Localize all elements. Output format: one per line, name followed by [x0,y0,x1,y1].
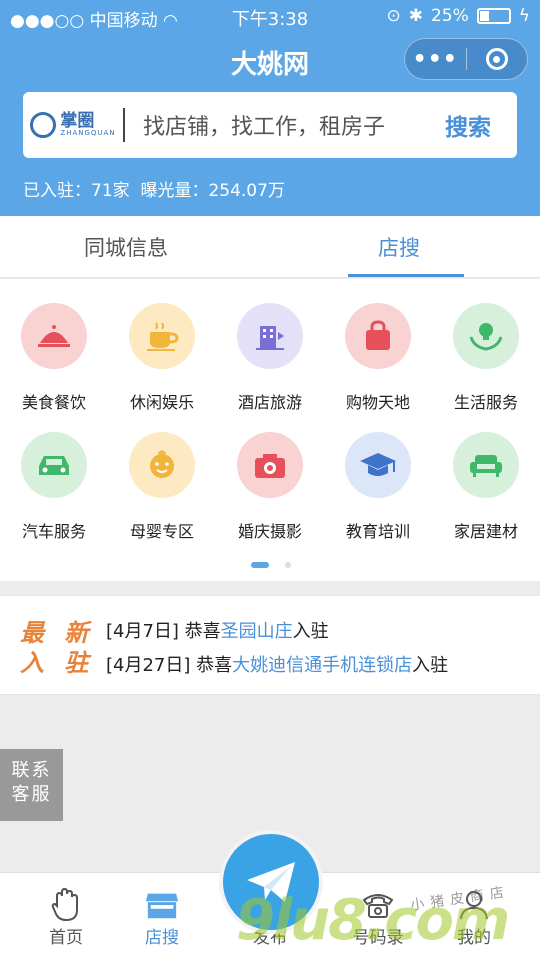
logo-title: 掌圈 [60,111,95,131]
close-button[interactable] [467,48,528,70]
page-dot [285,562,291,568]
target-icon [485,48,508,70]
logo-subtitle: ZHANGQUAN [60,129,116,137]
category-hotel[interactable]: 酒店旅游 [216,303,324,433]
new-arrivals-badge: 最 新 入 驻 [20,618,94,678]
customer-service-button[interactable]: 联系 客服 [0,749,63,821]
stats-text: 已入驻：71家 曝光量：254.07万 [23,181,285,201]
category-grid: 美食餐饮 休闲娱乐 酒店旅游 购物天地 生活服务 汽车服务 母婴专区 婚庆摄影 … [0,279,540,581]
category-home-building[interactable]: 家居建材 [432,432,540,562]
hand-logo-icon [30,112,57,138]
lightbulb-hands-icon [453,303,519,369]
nav-shop-search[interactable]: 店搜 [108,873,216,960]
tab-shop-search[interactable]: 店搜 [378,232,420,262]
tab-bar: 同城信息 店搜 [0,216,540,278]
nav-label: 店搜 [145,928,179,948]
shop-link[interactable]: 圣园山庄 [221,621,293,642]
category-life-service[interactable]: 生活服务 [432,303,540,433]
category-shopping[interactable]: 购物天地 [324,303,432,433]
shop-link[interactable]: 大姚迪信通手机连锁店 [232,655,412,676]
page-indicator [251,562,291,568]
new-shops-banner: 最 新 入 驻 [4月7日] 恭喜圣园山庄入驻 [4月27日] 恭喜大姚迪信通手… [0,595,540,695]
category-label: 酒店旅游 [237,393,302,412]
category-label: 休闲娱乐 [129,393,194,412]
category-baby[interactable]: 母婴专区 [108,432,216,562]
search-bar[interactable]: 掌圈 ZHANGQUAN 找店铺，找工作，租房子 搜索 [23,92,517,158]
car-icon [21,432,87,498]
battery-icon [476,8,511,24]
logo-text: 掌圈 ZHANGQUAN [60,113,115,137]
category-leisure[interactable]: 休闲娱乐 [108,303,216,433]
charging-icon: ϟ [518,6,530,26]
cloche-icon [21,303,87,369]
category-wedding-photo[interactable]: 婚庆摄影 [216,432,324,562]
category-label: 家居建材 [453,522,518,541]
page-dot-active [251,562,269,568]
category-education[interactable]: 教育培训 [324,432,432,562]
nav-home[interactable]: 首页 [12,873,120,960]
news-item[interactable]: [4月27日] 恭喜大姚迪信通手机连锁店入驻 [106,651,448,677]
category-label: 婚庆摄影 [237,522,302,541]
rotation-lock-icon: ⊙ [386,6,401,26]
more-button[interactable]: ••• [405,47,466,72]
header: 大姚网 ••• 掌圈 ZHANGQUAN 找店铺，找工作，租房子 搜索 已入驻：7… [0,32,540,216]
category-label: 美食餐饮 [21,393,86,412]
category-label: 教育培训 [345,522,410,541]
news-suffix: 入驻 [292,621,329,642]
status-bar: ●●●○○ 中国移动 ◠ 下午3:38 ⊙ ✱ 25% ϟ [0,0,540,32]
hotel-building-icon [237,303,303,369]
hand-icon [49,887,83,923]
shopping-bag-icon [345,303,411,369]
category-food[interactable]: 美食餐饮 [0,303,108,433]
nav-label: 首页 [49,928,83,948]
search-input[interactable]: 找店铺，找工作，租房子 [143,109,445,141]
camera-icon [237,432,303,498]
search-button[interactable]: 搜索 [445,108,491,142]
graduation-cap-icon [345,432,411,498]
news-date: [4月7日] 恭喜 [106,621,221,642]
battery-percent: 25% [430,6,469,26]
search-divider [123,108,125,142]
service-line-2: 客服 [11,784,52,805]
service-line-1: 联系 [11,760,52,781]
sofa-icon [453,432,519,498]
badge-line-2: 入 驻 [20,649,95,677]
baby-face-icon [129,432,195,498]
coffee-cup-icon [129,303,195,369]
tab-local-info[interactable]: 同城信息 [84,232,168,262]
category-label: 汽车服务 [21,522,86,541]
news-suffix: 入驻 [412,655,449,676]
mini-program-capsule: ••• [404,38,528,80]
badge-line-1: 最 新 [20,619,95,647]
news-item[interactable]: [4月7日] 恭喜圣园山庄入驻 [106,617,329,643]
category-label: 生活服务 [453,393,518,412]
news-date: [4月27日] 恭喜 [106,655,233,676]
category-auto[interactable]: 汽车服务 [0,432,108,562]
category-label: 母婴专区 [129,522,194,541]
active-tab-indicator [348,274,464,277]
bluetooth-icon: ✱ [408,6,423,26]
category-label: 购物天地 [345,393,410,412]
status-right: ⊙ ✱ 25% ϟ [386,6,530,26]
brand-logo: 掌圈 ZHANGQUAN [23,112,123,138]
shop-icon [145,887,179,923]
